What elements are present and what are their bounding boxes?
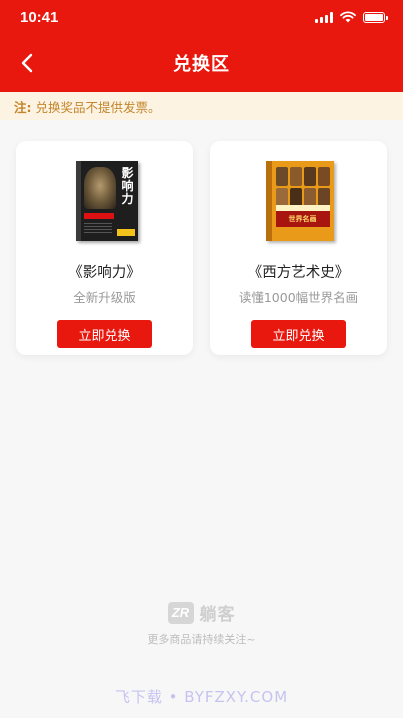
product-card[interactable]: 世界名画 《西方艺术史》 读懂1000幅世界名画 立即兑换 — [210, 141, 387, 355]
product-subtitle: 全新升级版 — [73, 290, 136, 305]
footer-logo: ZR 躺客 — [0, 600, 403, 625]
logo-icon: ZR — [167, 601, 194, 624]
product-name: 《影响力》 — [68, 265, 141, 281]
page-title: 兑换区 — [173, 54, 230, 75]
nav-bar: 兑换区 — [0, 34, 403, 92]
product-card[interactable]: 影响力 《影响力》 全新升级版 立即兑换 — [16, 141, 193, 355]
logo-text: 躺客 — [199, 605, 236, 625]
product-name: 《西方艺术史》 — [247, 265, 350, 281]
status-time: 10:41 — [20, 8, 59, 26]
product-image: 世界名画 — [262, 161, 336, 243]
book-cover-title: 影响力 — [121, 166, 134, 206]
status-bar: 10:41 — [0, 0, 403, 34]
wifi-icon — [340, 8, 356, 27]
notice-label: 注: — [14, 99, 32, 115]
book-cover-image: 影响力 — [75, 161, 138, 241]
book-cover-image: 世界名画 — [265, 161, 334, 241]
signal-icon — [315, 11, 333, 23]
notice-bar: 注: 兑换奖品不提供发票。 — [0, 92, 403, 120]
product-subtitle: 读懂1000幅世界名画 — [238, 290, 359, 305]
redeem-button[interactable]: 立即兑换 — [251, 320, 346, 348]
back-button[interactable] — [12, 48, 42, 78]
book-cover-title: 世界名画 — [275, 211, 330, 227]
notice-text: 兑换奖品不提供发票。 — [35, 99, 161, 115]
chevron-left-icon — [21, 53, 33, 73]
status-icons — [315, 8, 388, 27]
product-image: 影响力 — [68, 161, 142, 243]
watermark: 飞下载 • BYFZXY.COM — [114, 688, 289, 706]
battery-icon — [363, 11, 388, 23]
screen: 10:41 兑换区 注: 兑换奖品不提供发票。 影响力 《影响力》 全新升级版 … — [0, 0, 403, 718]
footer-tip: 更多商品请持续关注~ — [147, 633, 256, 646]
redeem-button[interactable]: 立即兑换 — [57, 320, 152, 348]
